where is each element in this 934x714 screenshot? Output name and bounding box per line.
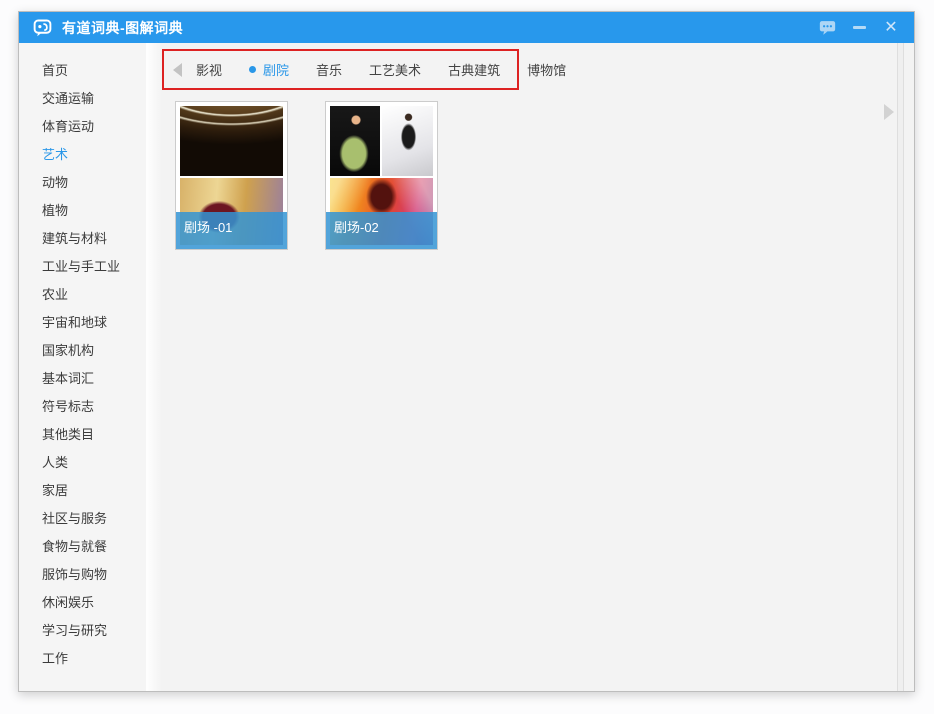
youdao-dict-logo-icon bbox=[33, 19, 52, 37]
sidebar-item-15[interactable]: 家居 bbox=[19, 477, 146, 505]
sidebar-item-7[interactable]: 工业与手工业 bbox=[19, 253, 146, 281]
sidebar-item-10[interactable]: 国家机构 bbox=[19, 337, 146, 365]
thumbnail-grid: 剧场 -01 剧场-02 bbox=[175, 101, 438, 250]
tab-3[interactable]: 工艺美术 bbox=[369, 60, 421, 79]
minimize-button[interactable] bbox=[846, 17, 872, 39]
close-button[interactable]: ✕ bbox=[878, 17, 904, 39]
singer-photo bbox=[330, 106, 380, 176]
sidebar-item-12[interactable]: 符号标志 bbox=[19, 393, 146, 421]
sidebar-item-20[interactable]: 学习与研究 bbox=[19, 617, 146, 645]
tab-2[interactable]: 音乐 bbox=[316, 60, 342, 79]
minimize-icon bbox=[852, 26, 866, 29]
tab-label: 音乐 bbox=[316, 63, 343, 78]
sidebar-item-19[interactable]: 休闲娱乐 bbox=[19, 589, 146, 617]
sidebar-item-0[interactable]: 首页 bbox=[19, 57, 146, 85]
sidebar-item-6[interactable]: 建筑与材料 bbox=[19, 225, 146, 253]
tab-5[interactable]: 博物馆 bbox=[527, 60, 566, 79]
tab-label: 影视 bbox=[196, 63, 223, 78]
category-sidebar: 首页 交通运输 体育运动 艺术 动物 植物 建筑与材料 工业与手工业 农业 宇宙和地球 国家机构 基本… bbox=[19, 43, 146, 691]
feedback-message-icon[interactable] bbox=[814, 17, 840, 39]
close-icon: ✕ bbox=[884, 18, 898, 36]
sidebar-item-18[interactable]: 服饰与购物 bbox=[19, 561, 146, 589]
app-window: 有道词典-图解词典 ✕ 首页 交通运输 体育运动 艺术 动物 植物 建筑与材料 工业与手工业农… bbox=[18, 11, 915, 692]
sidebar-item-4[interactable]: 动物 bbox=[19, 169, 146, 197]
sidebar-item-17[interactable]: 食物与就餐 bbox=[19, 533, 146, 561]
tab-1[interactable]: 剧院 bbox=[249, 60, 289, 79]
sidebar-item-14[interactable]: 人类 bbox=[19, 449, 146, 477]
card-juchang-01[interactable]: 剧场 -01 bbox=[175, 101, 288, 250]
theater-ceiling-photo bbox=[180, 106, 283, 176]
card-label: 剧场-02 bbox=[326, 212, 437, 249]
sidebar-item-13[interactable]: 其他类目 bbox=[19, 421, 146, 449]
tab-4[interactable]: 古典建筑 bbox=[448, 60, 500, 79]
subcategory-tabbar annotation-box: 影视 剧院 音乐 工艺美术 古典建筑 博物馆 bbox=[162, 49, 566, 90]
selected-bullet-icon bbox=[249, 66, 257, 73]
tab-0[interactable]: 影视 bbox=[196, 60, 222, 79]
tab-label: 工艺美术 bbox=[369, 63, 422, 78]
sidebar-item-2[interactable]: 体育运动 bbox=[19, 113, 146, 141]
sidebar-item-9[interactable]: 宇宙和地球 bbox=[19, 309, 146, 337]
titlebar: 有道词典-图解词典 ✕ bbox=[19, 12, 914, 43]
tab-label: 古典建筑 bbox=[448, 63, 501, 78]
card-label: 剧场 -01 bbox=[176, 212, 287, 249]
tab-label: 博物馆 bbox=[527, 63, 567, 78]
ballerina-photo bbox=[382, 106, 433, 176]
sidebar-item-21[interactable]: 工作 bbox=[19, 645, 146, 673]
sidebar-item-16[interactable]: 社区与服务 bbox=[19, 505, 146, 533]
tab-label: 剧院 bbox=[263, 63, 290, 78]
chevron-right-icon[interactable] bbox=[884, 104, 894, 120]
sidebar-item-1[interactable]: 交通运输 bbox=[19, 85, 146, 113]
card-juchang-02[interactable]: 剧场-02 bbox=[325, 101, 438, 250]
sidebar-item-11[interactable]: 基本词汇 bbox=[19, 365, 146, 393]
sidebar-item-3[interactable]: 艺术 bbox=[19, 141, 146, 169]
sidebar-item-8[interactable]: 农业 bbox=[19, 281, 146, 309]
chevron-left-icon[interactable] bbox=[173, 62, 182, 77]
content-area: 影视 剧院 音乐 工艺美术 古典建筑 博物馆 剧场 -01 剧场-02 bbox=[146, 43, 914, 691]
window-title: 有道词典-图解词典 bbox=[62, 19, 184, 36]
sidebar-item-5[interactable]: 植物 bbox=[19, 197, 146, 225]
vertical-scrollbar[interactable] bbox=[897, 43, 904, 691]
